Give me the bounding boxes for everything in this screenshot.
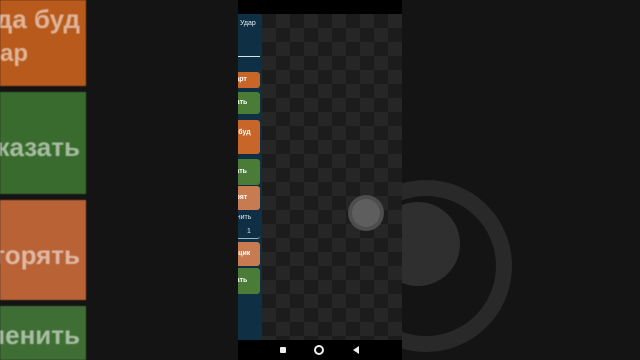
change-button[interactable]: менить — [238, 212, 260, 224]
read-button-2[interactable]: итать — [238, 268, 260, 294]
start-button[interactable]: старт — [238, 72, 260, 88]
loop-end-button[interactable]: ец цик — [238, 242, 260, 266]
transparent-overlay — [262, 14, 402, 340]
read-button-2-label: итать — [238, 277, 248, 284]
when-button[interactable]: да буд ар — [238, 120, 260, 154]
value-field-text: 1 — [247, 228, 251, 235]
bg-block-text: менить — [0, 320, 80, 350]
tab-udar[interactable]: Удар — [240, 20, 256, 27]
back-triangle-icon[interactable] — [349, 344, 363, 356]
recents-square-icon[interactable] — [276, 344, 290, 356]
home-circle-icon[interactable] — [312, 344, 326, 356]
repeat-button[interactable]: торят — [238, 186, 260, 210]
bg-block-green-1: казать — [0, 92, 86, 194]
bg-block-orange-1: да буд ар — [0, 0, 86, 86]
bg-block-green-2: менить — [0, 306, 86, 360]
bg-block-text: торять — [0, 240, 80, 270]
circle-button-icon[interactable] — [348, 195, 384, 231]
when-button-label: да буд — [238, 129, 251, 136]
say-button-label: азать — [238, 168, 247, 175]
bg-block-text: да буд — [0, 4, 80, 34]
when-button-sublabel: ар — [238, 137, 260, 146]
bg-block-subtext: ар — [0, 40, 29, 67]
tab-underline — [238, 56, 260, 57]
blurred-background-left: да буд ар казать торять менить — [0, 0, 238, 360]
bg-block-orange-2: торять — [0, 200, 86, 300]
navigation-bar — [238, 340, 402, 360]
status-bar — [238, 0, 402, 14]
value-field[interactable]: 1 — [238, 226, 260, 239]
change-button-label: менить — [238, 214, 252, 221]
app-panel: Удар старт итать да буд ар азать торят м… — [238, 14, 262, 340]
repeat-button-label: торят — [238, 194, 248, 201]
read-button[interactable]: итать — [238, 92, 260, 114]
start-button-label: старт — [238, 76, 247, 83]
bg-block-text: казать — [0, 132, 80, 162]
read-button-label: итать — [238, 99, 248, 106]
circle-button-center — [352, 199, 380, 227]
phone-screen: Удар старт итать да буд ар азать торят м… — [238, 0, 402, 360]
loop-end-button-label: ец цик — [238, 250, 251, 257]
say-button[interactable]: азать — [238, 159, 260, 185]
